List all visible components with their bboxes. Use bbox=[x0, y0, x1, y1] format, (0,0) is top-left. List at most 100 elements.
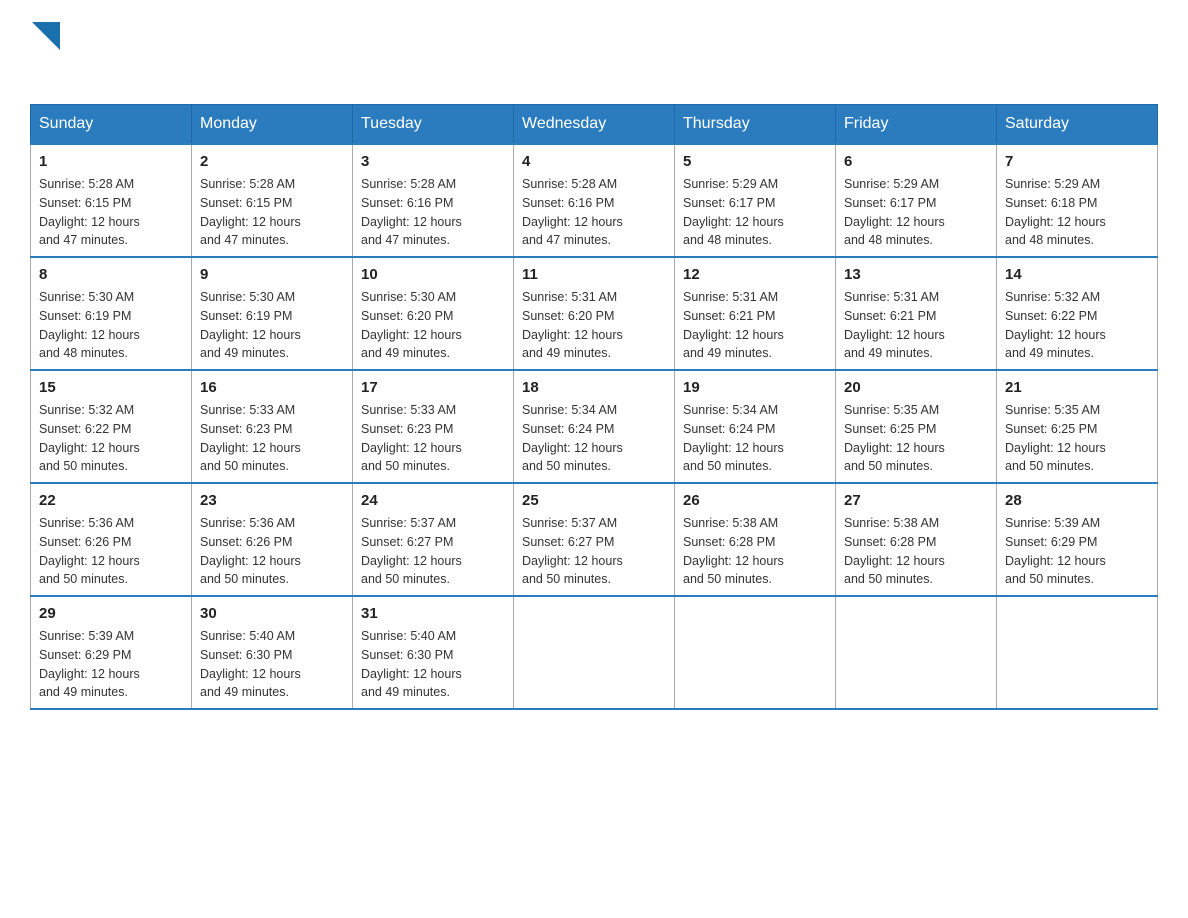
day-number: 3 bbox=[361, 151, 505, 172]
day-number: 13 bbox=[844, 264, 988, 285]
calendar-week-row: 15 Sunrise: 5:32 AMSunset: 6:22 PMDayligh… bbox=[31, 370, 1158, 483]
day-number: 20 bbox=[844, 377, 988, 398]
header-monday: Monday bbox=[192, 105, 353, 145]
day-number: 7 bbox=[1005, 151, 1149, 172]
calendar-day-cell: 4Sunrise: 5:28 AMSunset: 6:16 PMDaylight… bbox=[514, 144, 675, 257]
calendar-day-cell bbox=[836, 596, 997, 709]
calendar-day-cell: 14Sunrise: 5:32 AMSunset: 6:22 PMDayligh… bbox=[997, 257, 1158, 370]
day-info: Sunrise: 5:28 AMSunset: 6:16 PMDaylight:… bbox=[361, 175, 505, 250]
calendar-day-cell: 10 Sunrise: 5:30 AMSunset: 6:20 PMDayligh… bbox=[353, 257, 514, 370]
day-info: Sunrise: 5:31 AMSunset: 6:21 PMDaylight:… bbox=[683, 288, 827, 363]
calendar-day-cell: 3 Sunrise: 5:28 AMSunset: 6:16 PMDaylight… bbox=[353, 144, 514, 257]
day-info: Sunrise: 5:29 AMSunset: 6:17 PMDaylight:… bbox=[844, 175, 988, 250]
calendar-day-cell: 19 Sunrise: 5:34 AMSunset: 6:24 PMDayligh… bbox=[675, 370, 836, 483]
calendar-day-cell bbox=[675, 596, 836, 709]
day-info: Sunrise: 5:34 AMSunset: 6:24 PMDaylight:… bbox=[683, 401, 827, 476]
calendar-day-cell: 11 Sunrise: 5:31 AMSunset: 6:20 PMDayligh… bbox=[514, 257, 675, 370]
calendar-day-cell: 28Sunrise: 5:39 AMSunset: 6:29 PMDayligh… bbox=[997, 483, 1158, 596]
calendar-day-cell: 21 Sunrise: 5:35 AMSunset: 6:25 PMDayligh… bbox=[997, 370, 1158, 483]
day-number: 19 bbox=[683, 377, 827, 398]
day-info: Sunrise: 5:38 AMSunset: 6:28 PMDaylight:… bbox=[683, 514, 827, 589]
day-info: Sunrise: 5:36 AMSunset: 6:26 PMDaylight:… bbox=[39, 514, 183, 589]
day-info: Sunrise: 5:37 AMSunset: 6:27 PMDaylight:… bbox=[522, 514, 666, 589]
day-number: 5 bbox=[683, 151, 827, 172]
day-number: 4 bbox=[522, 151, 666, 172]
day-number: 29 bbox=[39, 603, 183, 624]
calendar-day-cell: 31 Sunrise: 5:40 AMSunset: 6:30 PMDayligh… bbox=[353, 596, 514, 709]
day-info: Sunrise: 5:35 AMSunset: 6:25 PMDaylight:… bbox=[844, 401, 988, 476]
day-info: Sunrise: 5:35 AMSunset: 6:25 PMDaylight:… bbox=[1005, 401, 1149, 476]
day-info: Sunrise: 5:39 AMSunset: 6:29 PMDaylight:… bbox=[39, 627, 183, 702]
calendar-day-cell: 16 Sunrise: 5:33 AMSunset: 6:23 PMDayligh… bbox=[192, 370, 353, 483]
day-info: Sunrise: 5:34 AMSunset: 6:24 PMDaylight:… bbox=[522, 401, 666, 476]
day-info: Sunrise: 5:33 AMSunset: 6:23 PMDaylight:… bbox=[361, 401, 505, 476]
calendar-day-cell: 5 Sunrise: 5:29 AMSunset: 6:17 PMDaylight… bbox=[675, 144, 836, 257]
day-number: 25 bbox=[522, 490, 666, 511]
day-info: Sunrise: 5:28 AMSunset: 6:15 PMDaylight:… bbox=[39, 175, 183, 250]
day-number: 16 bbox=[200, 377, 344, 398]
calendar-week-row: 22 Sunrise: 5:36 AMSunset: 6:26 PMDayligh… bbox=[31, 483, 1158, 596]
day-number: 27 bbox=[844, 490, 988, 511]
day-number: 15 bbox=[39, 377, 183, 398]
calendar-day-cell: 25 Sunrise: 5:37 AMSunset: 6:27 PMDayligh… bbox=[514, 483, 675, 596]
day-info: Sunrise: 5:30 AMSunset: 6:19 PMDaylight:… bbox=[39, 288, 183, 363]
calendar-week-row: 29 Sunrise: 5:39 AMSunset: 6:29 PMDayligh… bbox=[31, 596, 1158, 709]
calendar-day-cell: 13 Sunrise: 5:31 AMSunset: 6:21 PMDayligh… bbox=[836, 257, 997, 370]
calendar-day-cell: 27 Sunrise: 5:38 AMSunset: 6:28 PMDayligh… bbox=[836, 483, 997, 596]
header-saturday: Saturday bbox=[997, 105, 1158, 145]
day-number: 12 bbox=[683, 264, 827, 285]
calendar-day-cell bbox=[997, 596, 1158, 709]
day-info: Sunrise: 5:33 AMSunset: 6:23 PMDaylight:… bbox=[200, 401, 344, 476]
day-number: 24 bbox=[361, 490, 505, 511]
day-info: Sunrise: 5:40 AMSunset: 6:30 PMDaylight:… bbox=[200, 627, 344, 702]
calendar-day-cell: 1Sunrise: 5:28 AMSunset: 6:15 PMDaylight… bbox=[31, 144, 192, 257]
header-friday: Friday bbox=[836, 105, 997, 145]
day-info: Sunrise: 5:29 AMSunset: 6:18 PMDaylight:… bbox=[1005, 175, 1149, 250]
calendar-day-cell: 18Sunrise: 5:34 AMSunset: 6:24 PMDayligh… bbox=[514, 370, 675, 483]
header-tuesday: Tuesday bbox=[353, 105, 514, 145]
calendar-day-cell: 8 Sunrise: 5:30 AMSunset: 6:19 PMDaylight… bbox=[31, 257, 192, 370]
day-number: 2 bbox=[200, 151, 344, 172]
header-wednesday: Wednesday bbox=[514, 105, 675, 145]
day-number: 6 bbox=[844, 151, 988, 172]
calendar-day-cell: 7 Sunrise: 5:29 AMSunset: 6:18 PMDaylight… bbox=[997, 144, 1158, 257]
calendar-day-cell: 17Sunrise: 5:33 AMSunset: 6:23 PMDayligh… bbox=[353, 370, 514, 483]
day-info: Sunrise: 5:38 AMSunset: 6:28 PMDaylight:… bbox=[844, 514, 988, 589]
day-number: 9 bbox=[200, 264, 344, 285]
day-info: Sunrise: 5:31 AMSunset: 6:20 PMDaylight:… bbox=[522, 288, 666, 363]
day-info: Sunrise: 5:40 AMSunset: 6:30 PMDaylight:… bbox=[361, 627, 505, 702]
day-number: 22 bbox=[39, 490, 183, 511]
day-number: 31 bbox=[361, 603, 505, 624]
header-sunday: Sunday bbox=[31, 105, 192, 145]
day-number: 14 bbox=[1005, 264, 1149, 285]
calendar-day-cell: 29 Sunrise: 5:39 AMSunset: 6:29 PMDayligh… bbox=[31, 596, 192, 709]
day-number: 26 bbox=[683, 490, 827, 511]
calendar-day-cell: 20 Sunrise: 5:35 AMSunset: 6:25 PMDayligh… bbox=[836, 370, 997, 483]
day-number: 10 bbox=[361, 264, 505, 285]
day-info: Sunrise: 5:29 AMSunset: 6:17 PMDaylight:… bbox=[683, 175, 827, 250]
page-header bbox=[30, 20, 1158, 84]
day-number: 8 bbox=[39, 264, 183, 285]
calendar-day-cell: 15 Sunrise: 5:32 AMSunset: 6:22 PMDayligh… bbox=[31, 370, 192, 483]
day-info: Sunrise: 5:31 AMSunset: 6:21 PMDaylight:… bbox=[844, 288, 988, 363]
calendar-day-cell: 30 Sunrise: 5:40 AMSunset: 6:30 PMDayligh… bbox=[192, 596, 353, 709]
day-info: Sunrise: 5:30 AMSunset: 6:20 PMDaylight:… bbox=[361, 288, 505, 363]
calendar-week-row: 1Sunrise: 5:28 AMSunset: 6:15 PMDaylight… bbox=[31, 144, 1158, 257]
calendar-day-cell: 22 Sunrise: 5:36 AMSunset: 6:26 PMDayligh… bbox=[31, 483, 192, 596]
day-info: Sunrise: 5:32 AMSunset: 6:22 PMDaylight:… bbox=[39, 401, 183, 476]
calendar-day-cell: 9 Sunrise: 5:30 AMSunset: 6:19 PMDaylight… bbox=[192, 257, 353, 370]
calendar-day-cell bbox=[514, 596, 675, 709]
calendar-day-cell: 23Sunrise: 5:36 AMSunset: 6:26 PMDayligh… bbox=[192, 483, 353, 596]
header-thursday: Thursday bbox=[675, 105, 836, 145]
day-number: 11 bbox=[522, 264, 666, 285]
day-number: 30 bbox=[200, 603, 344, 624]
calendar-day-cell: 6 Sunrise: 5:29 AMSunset: 6:17 PMDaylight… bbox=[836, 144, 997, 257]
day-info: Sunrise: 5:36 AMSunset: 6:26 PMDaylight:… bbox=[200, 514, 344, 589]
day-info: Sunrise: 5:30 AMSunset: 6:19 PMDaylight:… bbox=[200, 288, 344, 363]
day-info: Sunrise: 5:37 AMSunset: 6:27 PMDaylight:… bbox=[361, 514, 505, 589]
calendar-day-cell: 12 Sunrise: 5:31 AMSunset: 6:21 PMDayligh… bbox=[675, 257, 836, 370]
day-info: Sunrise: 5:39 AMSunset: 6:29 PMDaylight:… bbox=[1005, 514, 1149, 589]
day-number: 21 bbox=[1005, 377, 1149, 398]
calendar-week-row: 8 Sunrise: 5:30 AMSunset: 6:19 PMDaylight… bbox=[31, 257, 1158, 370]
calendar-day-cell: 2Sunrise: 5:28 AMSunset: 6:15 PMDaylight… bbox=[192, 144, 353, 257]
